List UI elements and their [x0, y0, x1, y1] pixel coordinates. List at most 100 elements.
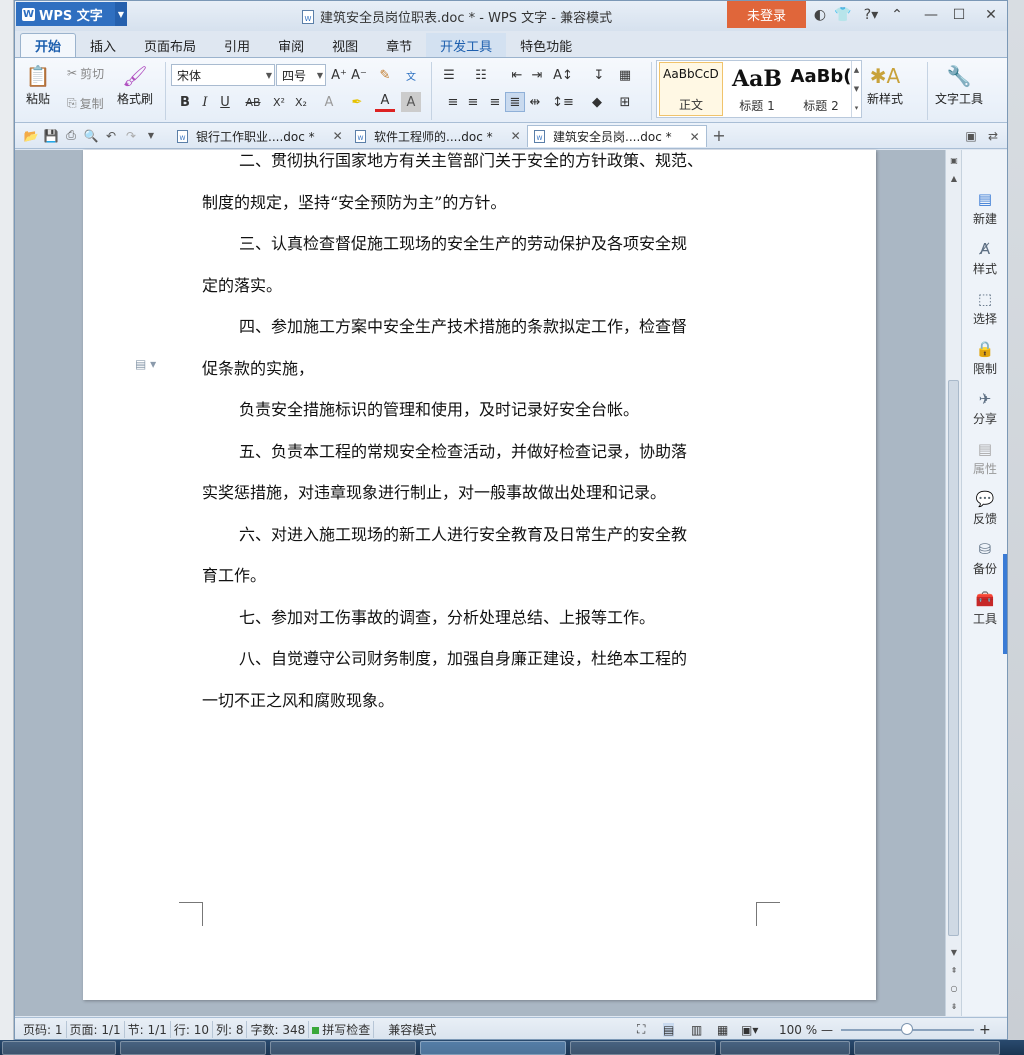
phonetic-guide-icon[interactable]: 文 [401, 65, 421, 85]
style-heading-1[interactable]: AaB 标题 1 [725, 62, 789, 116]
sidebar-item-styles[interactable]: A̸ 样式 [962, 240, 1007, 277]
zoom-slider-knob[interactable] [901, 1023, 913, 1035]
tab-review[interactable]: 审阅 [264, 33, 318, 57]
taskbar-item[interactable] [270, 1041, 416, 1055]
page-view-icon[interactable]: ▤ [663, 1022, 675, 1037]
paragraph-handle-icon[interactable]: ▤ ▾ [135, 357, 156, 371]
print-icon[interactable]: ⎙ [61, 126, 81, 146]
tab-insert[interactable]: 插入 [76, 33, 130, 57]
scroll-up-icon[interactable]: ▲ [948, 172, 960, 184]
tab-developer[interactable]: 开发工具 [426, 33, 507, 57]
document-body[interactable]: 二、贯彻执行国家地方有关主管部门关于安全的方针政策、规范、 制度的规定，坚持“安… [202, 140, 758, 721]
subscript-icon[interactable]: X₂ [291, 92, 311, 112]
bullet-list-icon[interactable]: ☰ [439, 65, 459, 85]
print-preview-icon[interactable]: 🔍 [81, 126, 101, 146]
style-normal[interactable]: AaBbCcD 正文 [659, 62, 723, 116]
table-icon[interactable]: ▦ [615, 65, 635, 85]
copy-button[interactable]: ⎘ 复制 [67, 93, 104, 113]
line-spacing-icon[interactable]: ↕≡ [552, 92, 574, 112]
taskbar-item[interactable] [720, 1041, 850, 1055]
paste-button[interactable]: 📋 粘贴 [23, 62, 53, 107]
justify-icon[interactable]: ≣ [505, 92, 525, 112]
scrollbar-thumb[interactable] [948, 380, 959, 936]
document-page[interactable]: ▤ ▾ 二、贯彻执行国家地方有关主管部门关于安全的方针政策、规范、 制度的规定，… [83, 150, 876, 1000]
sidebar-item-feedback[interactable]: 💬 反馈 [962, 490, 1007, 527]
scroll-down-icon[interactable]: ▼ [948, 946, 960, 958]
login-button[interactable]: 未登录 [727, 1, 806, 28]
underline-icon[interactable]: U [215, 92, 235, 112]
sidebar-item-restrict[interactable]: 🔒 限制 [962, 340, 1007, 377]
gallery-scroll[interactable]: ▲ ▼ ▾ [851, 61, 861, 117]
align-right-icon[interactable]: ≡ [485, 92, 505, 112]
skin-icon[interactable]: ◐ [810, 5, 830, 25]
chevron-down-icon[interactable]: ▼ [141, 126, 161, 146]
scroll-mode-icon[interactable]: ▣ [948, 154, 960, 166]
char-shading-icon[interactable]: A [401, 92, 421, 112]
sort-icon[interactable]: ↧ [589, 65, 609, 85]
sidebar-item-new[interactable]: ▤ 新建 [962, 190, 1007, 227]
text-effect-icon[interactable]: A [319, 92, 339, 112]
font-size-select[interactable]: 四号 ▼ [276, 64, 326, 86]
shrink-font-icon[interactable]: A⁻ [349, 65, 369, 85]
close-icon[interactable]: ✕ [981, 5, 1001, 25]
zoom-in-icon[interactable]: + [979, 1022, 991, 1038]
distribute-icon[interactable]: ⇹ [525, 92, 545, 112]
grow-font-icon[interactable]: A⁺ [329, 65, 349, 85]
tab-references[interactable]: 引用 [210, 33, 264, 57]
minimize-icon[interactable]: — [921, 5, 941, 25]
taskbar-item[interactable] [854, 1041, 1000, 1055]
style-heading-2[interactable]: AaBb( 标题 2 [789, 62, 853, 116]
select-browse-icon[interactable]: ○ [948, 982, 960, 994]
tab-home[interactable]: 开始 [20, 33, 77, 57]
increase-indent-icon[interactable]: ⇥ [527, 65, 547, 85]
strikethrough-icon[interactable]: AB [241, 92, 265, 112]
undo-icon[interactable]: ↶ [101, 126, 121, 146]
outline-view-icon[interactable]: ▥ [691, 1023, 702, 1037]
superscript-icon[interactable]: X² [269, 92, 289, 112]
taskbar-item[interactable] [2, 1041, 116, 1055]
previous-page-icon[interactable]: ⇞ [948, 964, 960, 976]
tab-page-layout[interactable]: 页面布局 [130, 33, 210, 57]
sidebar-item-backup[interactable]: ⛁ 备份 [962, 540, 1007, 577]
highlight-icon[interactable]: ✒ [347, 92, 367, 112]
font-color-icon[interactable]: A [375, 92, 395, 112]
decrease-indent-icon[interactable]: ⇤ [507, 65, 527, 85]
next-page-icon[interactable]: ⇟ [948, 1000, 960, 1012]
taskbar-item[interactable] [120, 1041, 266, 1055]
fullscreen-icon[interactable]: ⛶ [637, 1022, 645, 1037]
clear-format-icon[interactable]: ✎ [375, 65, 395, 85]
text-direction-icon[interactable]: A↕ [553, 65, 573, 85]
tab-special[interactable]: 特色功能 [506, 33, 586, 57]
redo-icon[interactable]: ↷ [121, 126, 141, 146]
zoom-out-icon[interactable]: — [821, 1023, 833, 1037]
save-icon[interactable]: 💾 [41, 126, 61, 146]
tab-view[interactable]: 视图 [318, 33, 372, 57]
window-arrange-icon[interactable]: ▣ [961, 126, 981, 146]
font-name-select[interactable]: 宋体 ▼ [171, 64, 275, 86]
align-left-icon[interactable]: ≡ [443, 92, 463, 112]
shirt-icon[interactable]: 👕 [833, 5, 853, 25]
numbered-list-icon[interactable]: ☷ [471, 65, 491, 85]
sidebar-item-properties[interactable]: ▤ 属性 [962, 440, 1007, 477]
zoom-level[interactable]: 100 % [779, 1023, 817, 1037]
wps-app-menu-button[interactable]: W WPS 文字 ▼ [16, 2, 127, 26]
fill-color-icon[interactable]: ◆ [587, 92, 607, 112]
spellcheck-toggle[interactable]: 拼写检查 [309, 1021, 375, 1038]
switch-window-icon[interactable]: ⇄ [983, 126, 1003, 146]
taskbar-item[interactable] [570, 1041, 716, 1055]
help-icon[interactable]: ?▾ [857, 5, 885, 25]
maximize-icon[interactable]: ☐ [949, 5, 969, 25]
sidebar-item-select[interactable]: ⬚ 选择 [962, 290, 1007, 327]
taskbar-item-active[interactable] [420, 1041, 566, 1055]
sidebar-item-tools[interactable]: 🧰 工具 [962, 590, 1007, 627]
collapse-ribbon-icon[interactable]: ⌃ [887, 5, 907, 25]
chevron-down-icon[interactable]: ▼ [115, 2, 127, 26]
text-tools-button[interactable]: 🔧 文字工具 [935, 62, 983, 107]
vertical-scrollbar[interactable]: ▣ ▲ ▼ ⇞ ○ ⇟ [945, 150, 961, 1016]
align-center-icon[interactable]: ≡ [463, 92, 483, 112]
new-style-button[interactable]: ✱A 新样式 [867, 62, 903, 107]
web-view-icon[interactable]: ▦ [717, 1023, 728, 1037]
cut-button[interactable]: ✂ 剪切 [67, 63, 104, 83]
reading-mode-icon[interactable]: ▣▾ [741, 1023, 758, 1037]
italic-icon[interactable]: I [195, 92, 215, 112]
